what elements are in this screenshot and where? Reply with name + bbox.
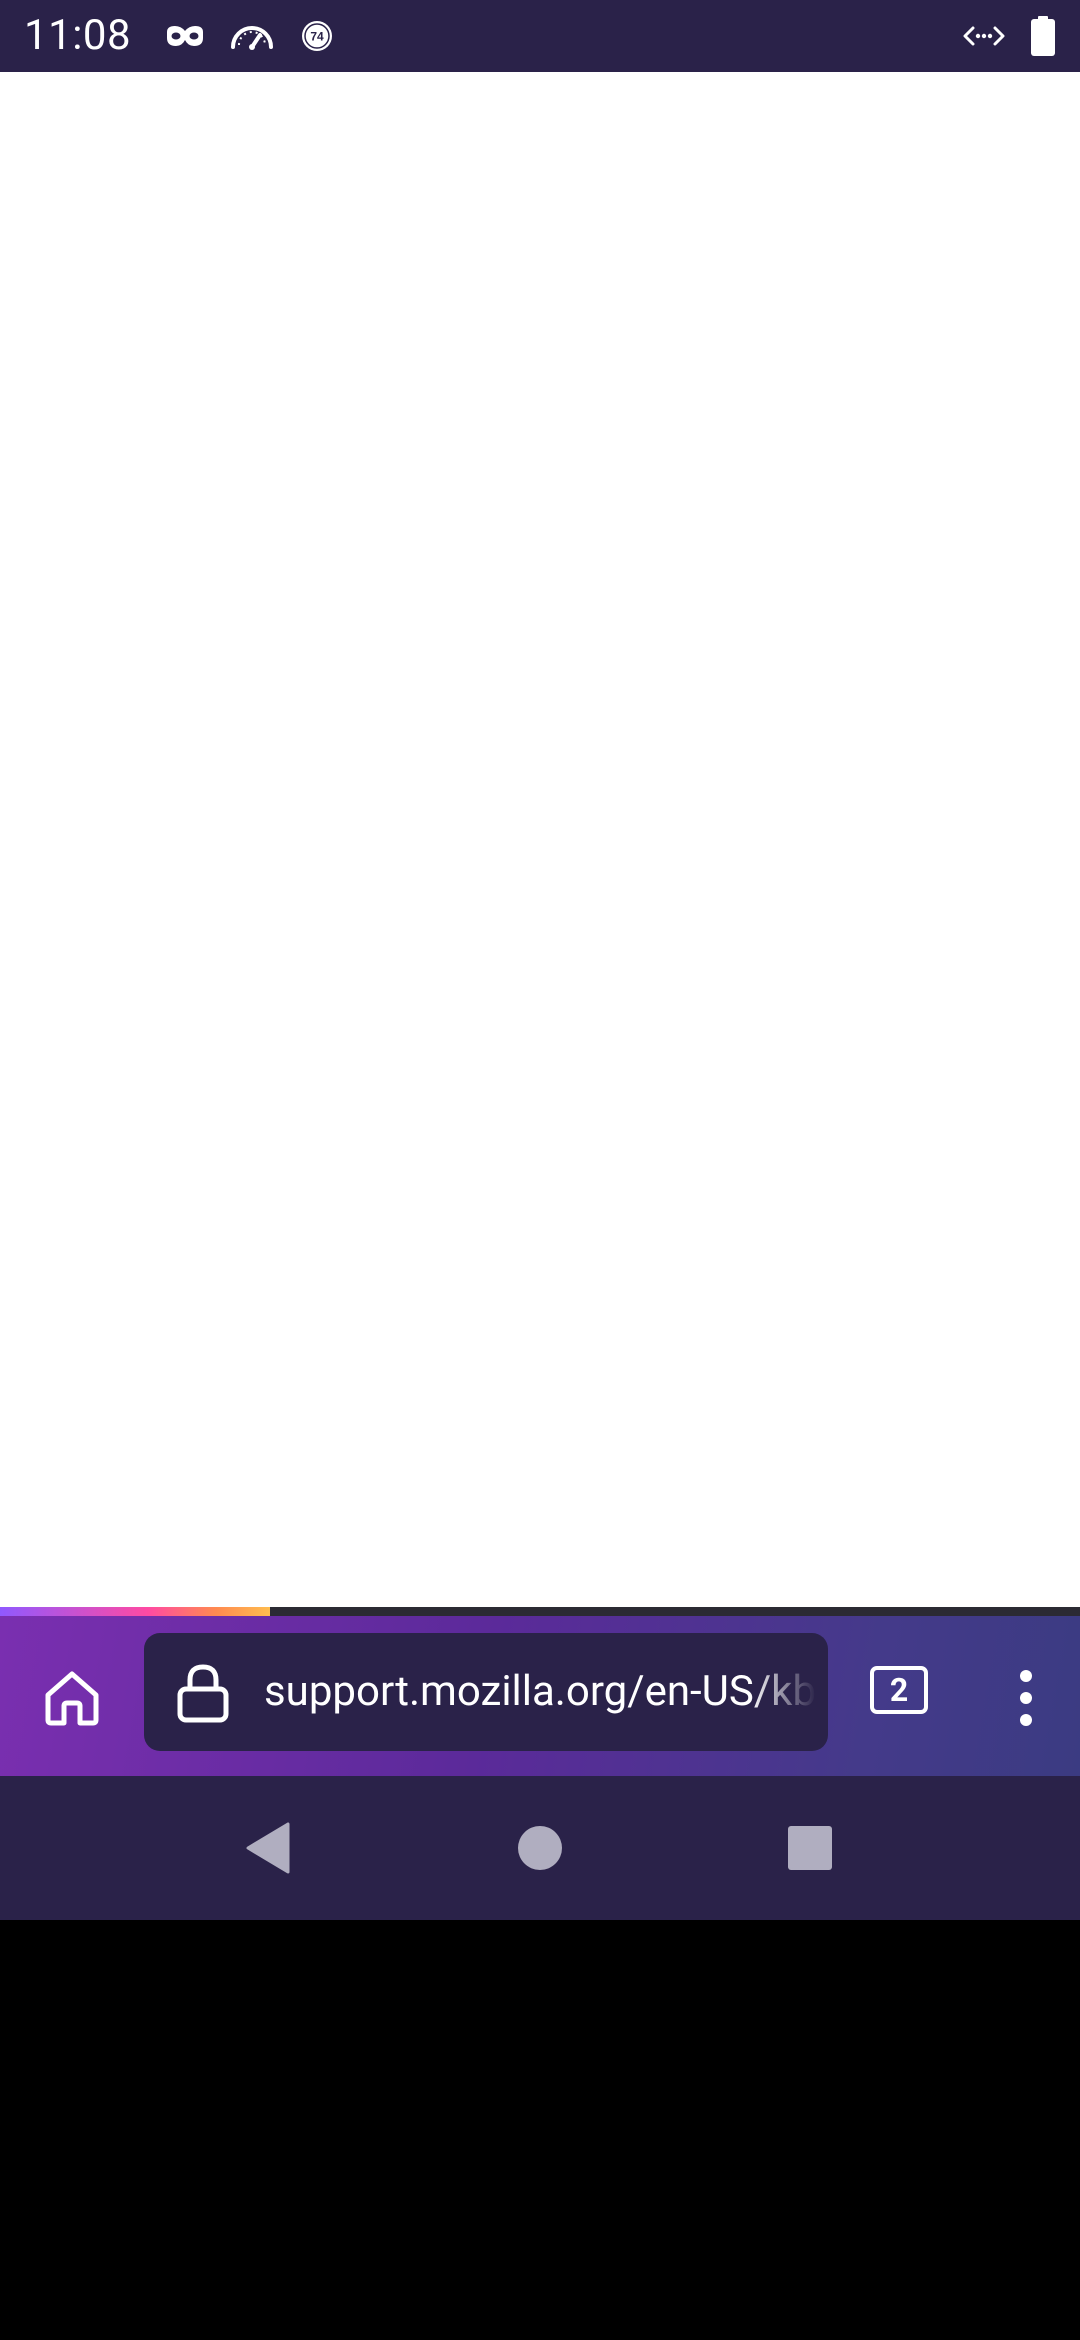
tab-counter-button[interactable]: 2 [870, 1666, 928, 1714]
url-bar[interactable]: support.mozilla.org/en-US/kb/ [144, 1633, 828, 1751]
recents-square-icon [788, 1826, 832, 1870]
overflow-menu-button[interactable] [996, 1656, 1056, 1740]
back-button[interactable] [228, 1812, 308, 1884]
home-button[interactable] [30, 1656, 114, 1740]
speedometer-icon [228, 16, 276, 56]
home-nav-button[interactable] [500, 1812, 580, 1884]
phone-screen: 11:08 74 support.mozilla.org/en-US/kb/ 2 [0, 0, 1080, 2340]
web-content-area[interactable] [0, 72, 1080, 1607]
home-icon [45, 1671, 99, 1726]
tab-count: 2 [889, 1671, 909, 1709]
back-triangle-icon [246, 1822, 290, 1874]
status-bar: 11:08 74 [0, 0, 1080, 72]
incognito-mask-icon [164, 16, 206, 56]
svg-text:74: 74 [310, 30, 324, 44]
badge-74-icon: 74 [300, 16, 334, 56]
system-navigation-bar [0, 1776, 1080, 1920]
url-text[interactable]: support.mozilla.org/en-US/kb/ [264, 1633, 816, 1751]
page-load-progress-fill [0, 1607, 270, 1616]
battery-icon [1028, 16, 1058, 56]
browser-toolbar: support.mozilla.org/en-US/kb/ 2 [0, 1616, 1080, 1776]
lock-icon[interactable] [176, 1663, 230, 1723]
status-time: 11:08 [24, 11, 132, 60]
screen-bottom-area [0, 1920, 1080, 2340]
data-transfer-icon [962, 16, 1006, 56]
overflow-menu-icon [1020, 1670, 1032, 1726]
page-load-progress-bar [0, 1607, 1080, 1616]
recents-button[interactable] [770, 1812, 850, 1884]
home-circle-icon [518, 1826, 562, 1870]
